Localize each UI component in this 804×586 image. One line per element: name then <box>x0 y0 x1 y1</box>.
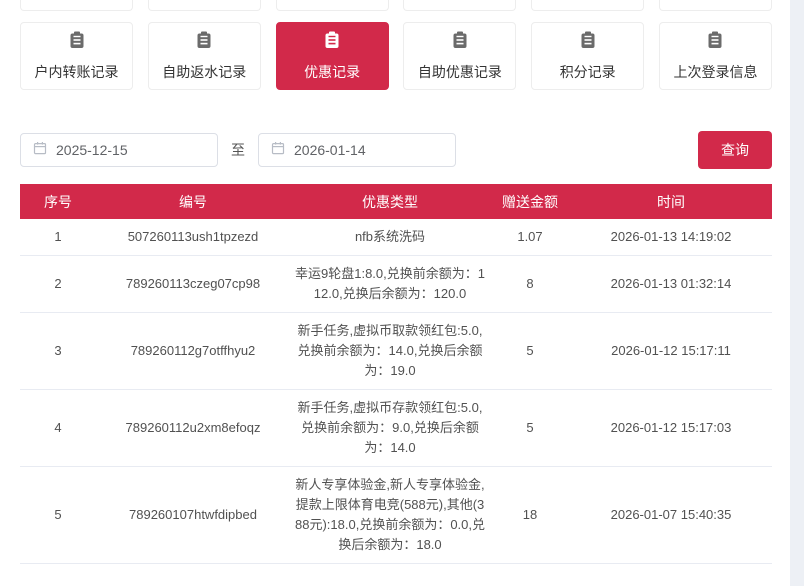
cell-index: 1 <box>20 219 96 256</box>
tab-self-rebate-records[interactable]: 自助返水记录 <box>148 22 261 90</box>
tab-label: 自助返水记录 <box>162 62 246 82</box>
tab-self-promo-records[interactable]: 自助优惠记录 <box>403 22 516 90</box>
partial-tab[interactable] <box>276 0 389 11</box>
cell-time: 2026-01-12 15:17:11 <box>570 313 772 390</box>
table-row: 2 789260113czeg07cp98 幸运9轮盘1:8.0,兑换前余额为：… <box>20 256 772 313</box>
cell-time: 2026-01-12 15:17:03 <box>570 390 772 467</box>
clipboard-icon <box>67 30 87 55</box>
tab-label: 优惠记录 <box>304 62 360 82</box>
cell-index: 3 <box>20 313 96 390</box>
cell-index: 4 <box>20 390 96 467</box>
cell-index: 5 <box>20 467 96 564</box>
scrollbar-track[interactable] <box>790 0 804 586</box>
partial-tab[interactable] <box>659 0 772 11</box>
header-id: 编号 <box>96 184 290 219</box>
clipboard-icon <box>705 30 725 55</box>
calendar-icon <box>33 141 47 160</box>
calendar-icon <box>271 141 285 160</box>
tab-promo-records[interactable]: 优惠记录 <box>276 22 389 90</box>
partial-tab[interactable] <box>20 0 133 11</box>
cell-index: 2 <box>20 256 96 313</box>
table-row: 1 507260113ush1tpzezd nfb系统洗码 1.07 2026-… <box>20 219 772 256</box>
table-header-row: 序号 编号 优惠类型 赠送金额 时间 <box>20 184 772 219</box>
partial-tab[interactable] <box>403 0 516 11</box>
records-panel: 户内转账记录 自助返水记录 优惠记录 自助优惠记录 积分记录 <box>20 0 772 564</box>
clipboard-icon <box>322 30 342 55</box>
cell-id: 507260113ush1tpzezd <box>96 219 290 256</box>
tab-label: 户内转账记录 <box>35 62 119 82</box>
cell-type: 幸运9轮盘1:8.0,兑换前余额为：112.0,兑换后余额为：120.0 <box>290 256 490 313</box>
header-time: 时间 <box>570 184 772 219</box>
date-range-separator: 至 <box>231 140 245 160</box>
tab-label: 自助优惠记录 <box>418 62 502 82</box>
record-tabs: 户内转账记录 自助返水记录 优惠记录 自助优惠记录 积分记录 <box>20 22 772 90</box>
clipboard-icon <box>578 30 598 55</box>
partial-tab[interactable] <box>531 0 644 11</box>
cell-type: 新手任务,虚拟币取款领红包:5.0,兑换前余额为：14.0,兑换后余额为：19.… <box>290 313 490 390</box>
cell-type: nfb系统洗码 <box>290 219 490 256</box>
cell-id: 789260113czeg07cp98 <box>96 256 290 313</box>
cell-type: 新手任务,虚拟币存款领红包:5.0,兑换前余额为：9.0,兑换后余额为：14.0 <box>290 390 490 467</box>
partial-tab-row <box>20 0 772 11</box>
clipboard-icon <box>194 30 214 55</box>
header-type: 优惠类型 <box>290 184 490 219</box>
cell-amount: 1.07 <box>490 219 570 256</box>
cell-id: 789260112g7otffhyu2 <box>96 313 290 390</box>
tab-label: 上次登录信息 <box>673 62 757 82</box>
tab-label: 积分记录 <box>560 62 616 82</box>
table-row: 3 789260112g7otffhyu2 新手任务,虚拟币取款领红包:5.0,… <box>20 313 772 390</box>
tab-points-records[interactable]: 积分记录 <box>531 22 644 90</box>
cell-amount: 18 <box>490 467 570 564</box>
cell-amount: 5 <box>490 313 570 390</box>
cell-amount: 8 <box>490 256 570 313</box>
query-button[interactable]: 查询 <box>698 131 772 169</box>
cell-time: 2026-01-07 15:40:35 <box>570 467 772 564</box>
header-index: 序号 <box>20 184 96 219</box>
cell-id: 789260107htwfdipbed <box>96 467 290 564</box>
end-date-field[interactable] <box>258 133 456 167</box>
cell-amount: 5 <box>490 390 570 467</box>
start-date-input[interactable] <box>56 142 237 158</box>
tab-internal-transfer-records[interactable]: 户内转账记录 <box>20 22 133 90</box>
cell-type: 新人专享体验金,新人专享体验金,提款上限体育电竞(588元),其他(388元):… <box>290 467 490 564</box>
cell-time: 2026-01-13 01:32:14 <box>570 256 772 313</box>
filter-row: 至 查询 <box>20 131 772 169</box>
table-row: 4 789260112u2xm8efoqz 新手任务,虚拟币存款领红包:5.0,… <box>20 390 772 467</box>
cell-time: 2026-01-13 14:19:02 <box>570 219 772 256</box>
table-row: 5 789260107htwfdipbed 新人专享体验金,新人专享体验金,提款… <box>20 467 772 564</box>
clipboard-icon <box>450 30 470 55</box>
promo-records-table: 序号 编号 优惠类型 赠送金额 时间 1 507260113ush1tpzezd… <box>20 184 772 564</box>
header-amount: 赠送金额 <box>490 184 570 219</box>
tab-last-login-info[interactable]: 上次登录信息 <box>659 22 772 90</box>
partial-tab[interactable] <box>148 0 261 11</box>
cell-id: 789260112u2xm8efoqz <box>96 390 290 467</box>
start-date-field[interactable] <box>20 133 218 167</box>
end-date-input[interactable] <box>294 142 475 158</box>
